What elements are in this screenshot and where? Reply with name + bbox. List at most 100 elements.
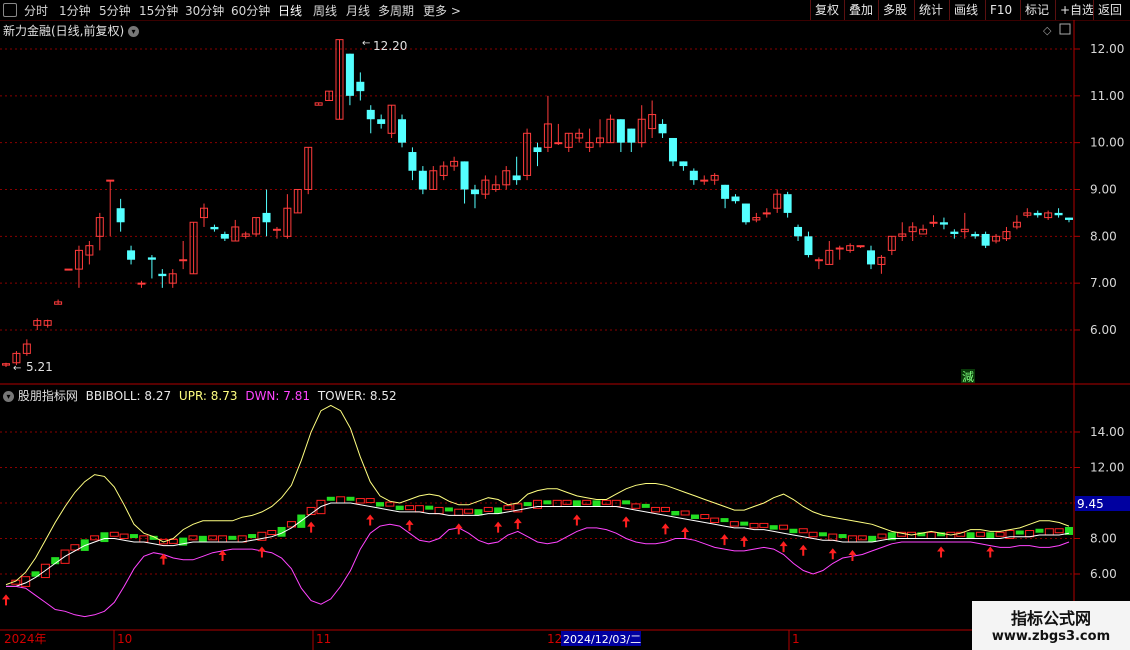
candle-body xyxy=(116,208,125,223)
tower-bar xyxy=(129,534,138,539)
candle-body xyxy=(741,203,750,223)
candle-body xyxy=(356,81,365,92)
tower-bar xyxy=(828,533,838,541)
tower-bar xyxy=(355,498,365,504)
indicator-tick-label: 8.00 xyxy=(1090,532,1117,546)
tower-bar xyxy=(119,533,129,539)
panel-toggle-icon[interactable] xyxy=(1059,23,1071,35)
tower-bar xyxy=(975,531,985,537)
tower-bar xyxy=(700,514,710,520)
tower-bar xyxy=(90,535,100,541)
buy-arrow-icon xyxy=(405,519,414,531)
tower-bar xyxy=(365,498,375,504)
date-label-jan: 1 xyxy=(792,632,800,646)
candle-body xyxy=(366,109,375,120)
tower-bar xyxy=(720,518,729,523)
candle-body xyxy=(835,247,844,250)
tower-bar xyxy=(651,506,661,513)
tower-bar xyxy=(680,510,690,516)
tower-bar xyxy=(966,532,975,539)
price-grid xyxy=(0,48,1074,331)
price-tick-label: 12.00 xyxy=(1090,42,1124,56)
buy-arrow-icon xyxy=(622,516,631,528)
price-tick-label: 9.00 xyxy=(1090,182,1117,196)
buy-arrow-icon xyxy=(799,544,808,556)
price-tick-label: 11.00 xyxy=(1090,89,1124,103)
candle-body xyxy=(731,196,740,202)
tower-bar xyxy=(779,524,789,530)
tower-bar xyxy=(986,532,995,539)
candle-body xyxy=(512,175,521,181)
buy-arrow-icon xyxy=(2,594,10,606)
candle-body xyxy=(981,233,990,246)
candle-body xyxy=(220,233,229,239)
tower-bar xyxy=(248,534,257,539)
tower-bar xyxy=(995,531,1005,537)
candle-body xyxy=(210,226,219,230)
tower-bar xyxy=(660,506,670,512)
tower-bar xyxy=(385,501,395,507)
tower-bar xyxy=(454,508,464,516)
tower-bar xyxy=(818,532,827,537)
tower-bar xyxy=(188,535,198,541)
tower-bar xyxy=(601,499,611,505)
watermark-title: 指标公式网 xyxy=(1010,609,1091,628)
indicator-grid xyxy=(0,431,1074,575)
buy-arrow-icon xyxy=(513,518,522,530)
tower-bar xyxy=(444,507,453,512)
candle-body xyxy=(794,226,803,237)
candle-body xyxy=(470,189,479,195)
buy-arrow-icon xyxy=(986,546,995,558)
date-label-year: 2024年 xyxy=(4,632,47,646)
candle-body xyxy=(106,179,115,182)
candle-body xyxy=(700,179,709,182)
buy-arrow-icon xyxy=(937,546,946,558)
date-label-nov: 11 xyxy=(316,632,331,646)
candle-body xyxy=(158,273,167,277)
candle-body xyxy=(814,259,823,262)
low-arrow-icon: ← xyxy=(13,363,21,374)
candle-body xyxy=(668,137,677,162)
tower-bar xyxy=(1035,528,1044,533)
candle-body xyxy=(398,119,407,143)
candle-body xyxy=(616,119,625,143)
tower-bar xyxy=(789,528,798,534)
candle-body xyxy=(689,170,698,181)
tower-bar xyxy=(1054,528,1064,534)
tower-bar xyxy=(109,531,119,537)
tower-bar xyxy=(877,533,887,539)
price-tick-label: 6.00 xyxy=(1090,323,1117,337)
candle-body xyxy=(377,119,386,124)
candle-body xyxy=(147,257,156,260)
tower-bar xyxy=(425,505,434,510)
tower-bar xyxy=(759,522,769,528)
tower-bar xyxy=(376,502,385,507)
candle-body xyxy=(179,259,188,262)
candle-body xyxy=(127,250,136,260)
tower-bar xyxy=(1015,530,1024,535)
candle-body xyxy=(783,194,792,213)
tower-bar xyxy=(592,500,601,507)
tower-bar xyxy=(100,532,109,543)
tower-bar xyxy=(582,499,592,505)
tower-bar xyxy=(729,521,739,527)
watermark-url: www.zbgs3.com xyxy=(991,629,1111,644)
candle-body xyxy=(408,152,417,171)
tower-bar xyxy=(543,500,552,505)
diamond-icon[interactable]: ◇ xyxy=(1043,24,1052,37)
buy-arrow-icon xyxy=(720,534,729,546)
reduce-marker: 減 xyxy=(962,369,974,384)
cursor-date: 2024/12/03/二 xyxy=(563,633,641,646)
tower-bar xyxy=(267,530,277,536)
current-value: 9.45 xyxy=(1077,497,1104,511)
buy-arrow-icon xyxy=(494,521,503,533)
candle-body xyxy=(460,161,469,190)
candle-body xyxy=(137,282,146,285)
tower-bar xyxy=(631,503,641,509)
buy-arrow-icon xyxy=(307,521,316,533)
buy-arrow-icon xyxy=(366,514,375,526)
candle-body xyxy=(533,147,542,153)
tower-bar xyxy=(503,505,513,511)
tower-bar xyxy=(710,517,720,524)
kline-chart[interactable]: 12.00 11.00 10.00 9.00 8.00 7.00 6.00 14.00 12.… xyxy=(0,0,1130,650)
